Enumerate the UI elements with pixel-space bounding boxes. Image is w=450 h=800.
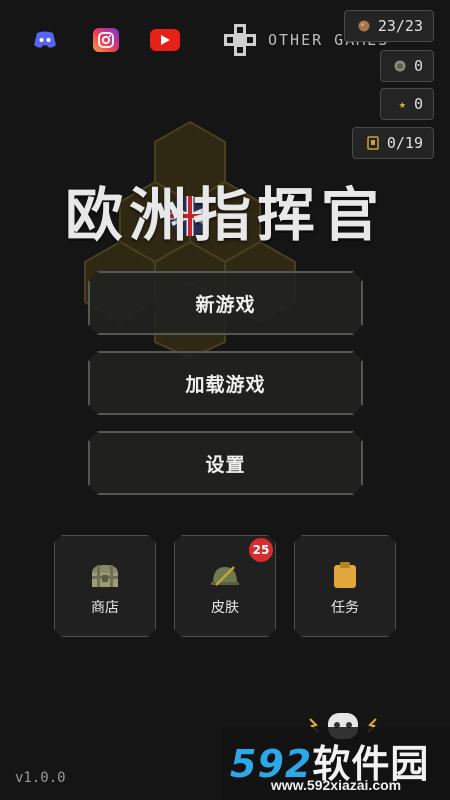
instagram-button[interactable] — [93, 28, 119, 52]
new-game-button[interactable]: 新游戏 — [88, 271, 363, 335]
youtube-button[interactable] — [150, 29, 180, 51]
skins-label: 皮肤 — [211, 600, 239, 616]
energy-counter: 23/23 — [344, 10, 434, 42]
load-game-button[interactable]: 加载游戏 — [88, 351, 363, 415]
star-icon: ★ — [398, 97, 406, 111]
gamepad-icon — [224, 24, 256, 56]
skins-notification-badge: 25 — [249, 538, 273, 562]
tasks-label: 任务 — [331, 600, 359, 616]
clipboard-icon — [333, 555, 357, 589]
coins-value: 0 — [413, 57, 423, 75]
youtube-icon — [161, 35, 170, 45]
discord-button[interactable] — [32, 28, 58, 52]
medals-value: 0/19 — [386, 134, 423, 152]
tasks-button[interactable]: 任务 — [294, 535, 396, 637]
version-label: v1.0.0 — [15, 770, 66, 786]
medal-icon — [367, 136, 379, 150]
shop-button[interactable]: 商店 — [54, 535, 156, 637]
stars-counter: ★ 0 — [380, 88, 434, 120]
stars-value: 0 — [413, 95, 423, 113]
watermark: 592软件园 www.592xiazai.com — [222, 727, 450, 800]
instagram-icon — [98, 32, 114, 48]
coin-icon — [394, 60, 406, 72]
discord-icon — [34, 31, 56, 48]
energy-orb-icon — [358, 20, 370, 32]
watermark-url: www.592xiazai.com — [270, 777, 402, 793]
energy-value: 23/23 — [377, 17, 423, 35]
coins-counter: 0 — [380, 50, 434, 82]
game-title: 欧洲指挥官 — [64, 181, 385, 249]
settings-button[interactable]: 设置 — [88, 431, 363, 495]
helmet-icon — [210, 555, 240, 589]
medals-counter: 0/19 — [352, 127, 434, 159]
treasure-chest-icon — [90, 555, 120, 589]
shop-label: 商店 — [91, 600, 119, 616]
